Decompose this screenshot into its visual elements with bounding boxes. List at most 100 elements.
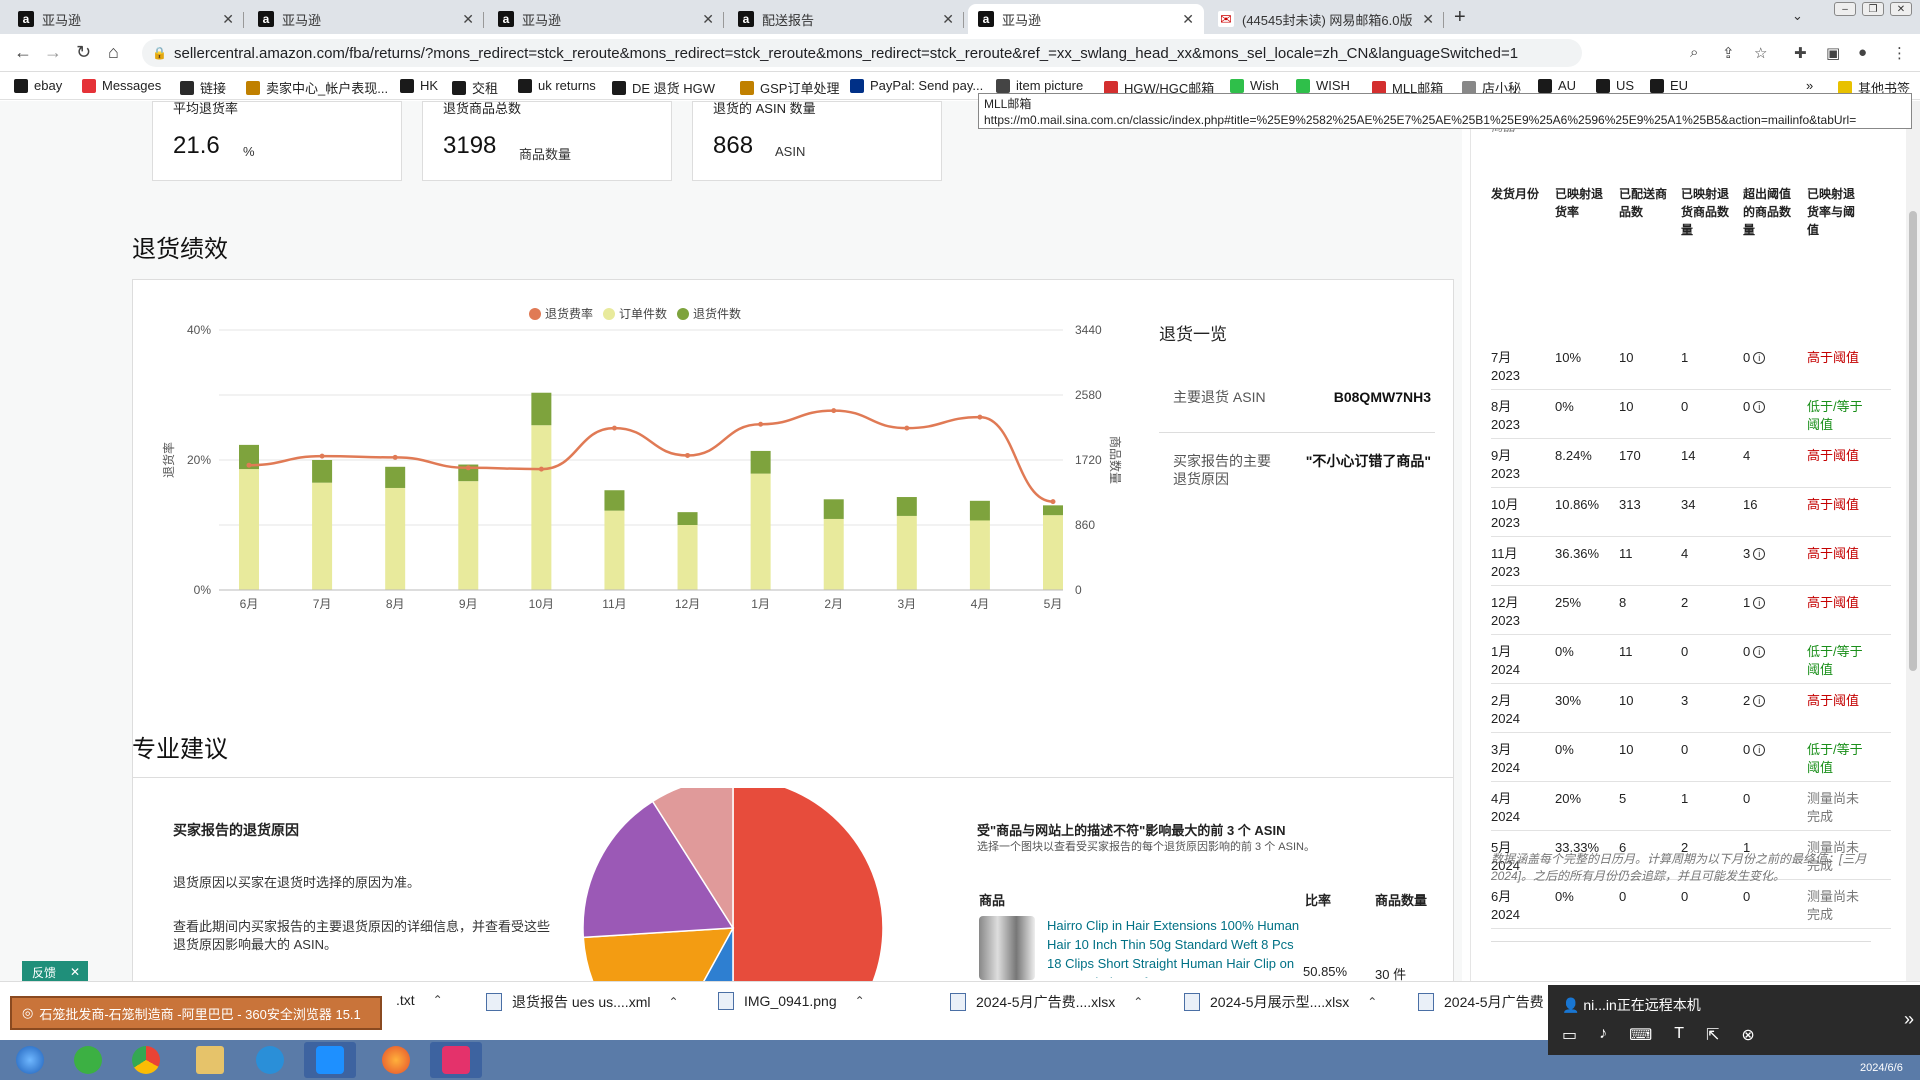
bookmark-12[interactable]: Wish <box>1230 78 1279 93</box>
extensions-icon[interactable]: ✚ <box>1794 44 1807 62</box>
restore-button[interactable]: ❐ <box>1862 2 1884 16</box>
chevron-up-icon[interactable]: ⌃ <box>433 993 443 1007</box>
bookmark-9[interactable]: PayPal: Send pay... <box>850 78 983 93</box>
download-item[interactable]: 退货报告 ues us....xml ⌃ <box>486 992 679 1012</box>
metric-unit: ASIN <box>775 144 806 159</box>
tab-close-icon[interactable]: ✕ <box>1422 11 1434 28</box>
screen-icon[interactable]: ⌨ <box>1629 1025 1652 1045</box>
bookmark-1[interactable]: Messages <box>82 78 161 93</box>
info-icon[interactable]: i <box>1753 744 1766 756</box>
month-text: 11月 <box>1491 546 1518 561</box>
home-icon[interactable]: ⌂ <box>108 42 119 63</box>
tab-1[interactable]: a 亚马逊 ✕ <box>248 4 484 34</box>
info-icon[interactable]: i <box>1753 401 1766 413</box>
bookmark-6[interactable]: uk returns <box>518 78 596 93</box>
zoom-icon[interactable]: ⌕ <box>1690 44 1698 61</box>
taskbar-chrome[interactable] <box>120 1042 172 1078</box>
tab-3[interactable]: a 配送报告 ✕ <box>728 4 964 34</box>
download-item[interactable]: .txt ⌃ <box>396 992 443 1008</box>
month-text: 6月 <box>1491 889 1512 904</box>
taskbar-notification[interactable]: ◎ 石笼批发商-石笼制造商 -阿里巴巴 - 360安全浏览器 15.1 <box>10 996 382 1030</box>
close-window-button[interactable]: ✕ <box>1890 2 1912 16</box>
feedback-button[interactable]: 反馈 ✕ <box>22 961 88 983</box>
page-scrollbar[interactable] <box>1906 101 1920 981</box>
new-tab-button[interactable]: + <box>1454 6 1466 29</box>
chevron-up-icon[interactable]: ⌃ <box>668 995 678 1009</box>
pie-slice[interactable] <box>732 788 884 981</box>
tab-5[interactable]: ✉ (44545封未读) 网易邮箱6.0版 ✕ <box>1208 4 1444 34</box>
info-icon[interactable]: i <box>1753 352 1766 364</box>
chevron-up-icon[interactable]: ⌃ <box>855 994 865 1008</box>
bookmark-star-icon[interactable]: ☆ <box>1754 44 1767 62</box>
remote-control-popup: 👤 ni...in正在远程本机 ▭ ♪ ⌨ T ⇱ ⊗ » <box>1548 985 1920 1055</box>
taskbar-explorer[interactable] <box>184 1042 236 1078</box>
expand-icon[interactable]: » <box>1904 1009 1914 1030</box>
bookmark-16[interactable]: AU <box>1538 78 1576 93</box>
forward-icon[interactable]: → <box>44 42 62 63</box>
url-bar[interactable]: sellercentral.amazon.com/fba/returns/?mo… <box>142 39 1582 67</box>
bookmark-favicon-icon <box>1230 78 1244 93</box>
bookmark-13[interactable]: WISH <box>1296 78 1350 93</box>
taskbar-ie[interactable] <box>244 1042 296 1078</box>
back-icon[interactable]: ← <box>14 42 32 63</box>
menu-icon[interactable]: ⋮ <box>1892 44 1907 62</box>
bookmark-2[interactable]: 链接 <box>180 78 226 97</box>
profile-icon[interactable]: ● <box>1858 44 1867 61</box>
main-asin-value[interactable]: B08QMW7NH3 <box>1293 388 1431 406</box>
tab-close-icon[interactable]: ✕ <box>942 11 954 28</box>
chevron-up-icon[interactable]: ⌃ <box>1133 995 1143 1009</box>
tab-close-icon[interactable]: ✕ <box>702 11 714 28</box>
status-cell: 低于/等于阈值 <box>1807 399 1863 432</box>
text-icon[interactable]: T <box>1674 1025 1684 1045</box>
bookmark-3[interactable]: 卖家中心_帐户表现... <box>246 78 388 97</box>
taskbar-app[interactable] <box>430 1042 482 1078</box>
tab-0[interactable]: a 亚马逊 ✕ <box>8 4 244 34</box>
download-item[interactable]: 2024-5月广告费....xlsx ⌃ <box>950 992 1143 1012</box>
share-icon[interactable]: ⇪ <box>1722 44 1735 62</box>
sidepanel-icon[interactable]: ▣ <box>1826 44 1840 62</box>
bookmark-4[interactable]: HK <box>400 78 438 93</box>
bookmarks-more-button[interactable]: » <box>1806 78 1813 93</box>
tab-4[interactable]: a 亚马逊 ✕ <box>968 4 1204 34</box>
taskbar-todesk[interactable] <box>304 1042 356 1078</box>
download-item[interactable]: 2024-5月展示型....xlsx ⌃ <box>1184 992 1377 1012</box>
tab-close-icon[interactable]: ✕ <box>1182 11 1194 28</box>
tab-2[interactable]: a 亚马逊 ✕ <box>488 4 724 34</box>
download-item[interactable]: 2024-5月广告费 <box>1418 992 1544 1012</box>
bookmark-18[interactable]: EU <box>1650 78 1688 93</box>
mic-icon[interactable]: ♪ <box>1599 1025 1607 1045</box>
returned-cell: 3 <box>1681 693 1689 708</box>
scroll-thumb[interactable] <box>1909 211 1917 671</box>
amazon-icon: a <box>258 11 274 27</box>
minimize-button[interactable]: – <box>1834 2 1856 16</box>
product-link[interactable]: Hairro Clip in Hair Extensions 100% Huma… <box>1047 916 1305 978</box>
info-icon[interactable]: i <box>1753 548 1766 560</box>
tab-search-icon[interactable]: ⌄ <box>1792 8 1803 24</box>
lock-icon[interactable]: 🔒 <box>152 46 167 60</box>
bookmark-17[interactable]: US <box>1596 78 1634 93</box>
close-icon[interactable]: ⊗ <box>1741 1025 1754 1045</box>
product-thumbnail[interactable] <box>979 916 1035 980</box>
close-icon[interactable]: ✕ <box>70 965 80 979</box>
folder-icon[interactable]: ⇱ <box>1706 1025 1719 1045</box>
reasons-pie-chart[interactable] <box>573 788 893 981</box>
bookmark-8[interactable]: GSP订单处理 <box>740 78 839 97</box>
chevron-up-icon[interactable]: ⌃ <box>1367 995 1377 1009</box>
info-icon[interactable]: i <box>1753 646 1766 658</box>
taskbar-firefox[interactable] <box>370 1042 422 1078</box>
metric-card-avg-rate: 平均退货率 21.6 % <box>152 101 402 181</box>
start-button[interactable] <box>4 1042 56 1078</box>
chat-icon[interactable]: ▭ <box>1562 1025 1577 1045</box>
bookmark-0[interactable]: ebay <box>14 78 62 93</box>
taskbar-360-browser[interactable] <box>62 1042 114 1078</box>
bookmark-7[interactable]: DE 退货 HGW <box>612 78 715 97</box>
reload-icon[interactable]: ↻ <box>76 42 91 63</box>
tab-close-icon[interactable]: ✕ <box>462 11 474 28</box>
info-icon[interactable]: i <box>1753 695 1766 707</box>
bookmark-10[interactable]: item picture <box>996 78 1083 93</box>
bookmark-5[interactable]: 交租 <box>452 78 498 97</box>
over-value: 1 <box>1743 595 1751 610</box>
download-item[interactable]: IMG_0941.png ⌃ <box>718 992 865 1010</box>
info-icon[interactable]: i <box>1753 597 1766 609</box>
tab-close-icon[interactable]: ✕ <box>222 11 234 28</box>
